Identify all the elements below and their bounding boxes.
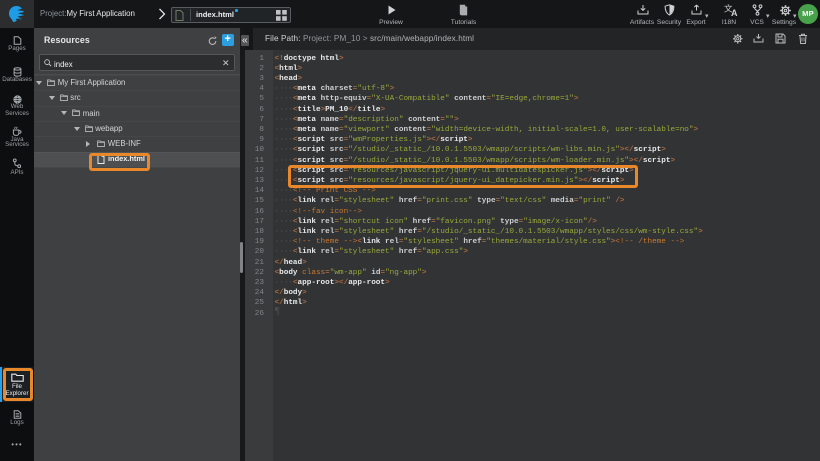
svg-text:A: A (731, 8, 738, 17)
